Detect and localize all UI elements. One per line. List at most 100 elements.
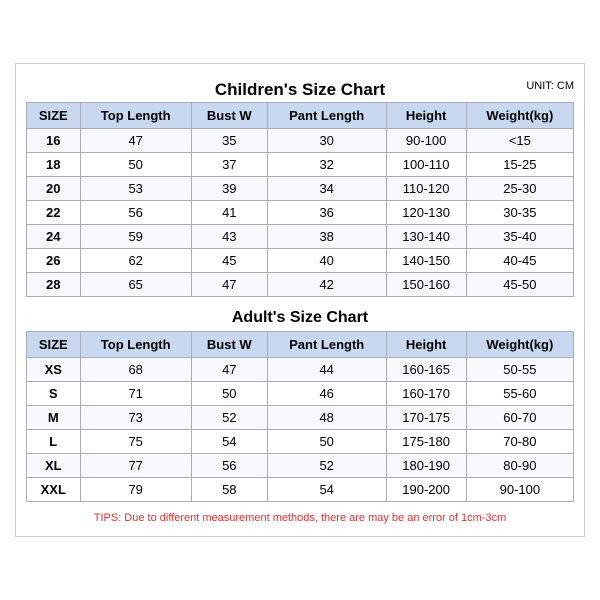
table-cell: 71 <box>80 382 191 406</box>
children-header-row: SIZETop LengthBust WPant LengthHeightWei… <box>27 103 574 129</box>
adult-header-cell: Weight(kg) <box>466 332 573 358</box>
children-header-cell: Weight(kg) <box>466 103 573 129</box>
adult-header-row: SIZETop LengthBust WPant LengthHeightWei… <box>27 332 574 358</box>
children-header-cell: Bust W <box>191 103 267 129</box>
table-cell: 30-35 <box>466 201 573 225</box>
table-cell: 79 <box>80 478 191 502</box>
table-cell: 100-110 <box>386 153 466 177</box>
table-cell: 77 <box>80 454 191 478</box>
adult-title: Adult's Size Chart <box>26 303 574 331</box>
table-row: XS684744160-16550-55 <box>27 358 574 382</box>
table-cell: XS <box>27 358 81 382</box>
table-cell: XXL <box>27 478 81 502</box>
table-cell: 60-70 <box>466 406 573 430</box>
children-header-cell: Top Length <box>80 103 191 129</box>
table-cell: 130-140 <box>386 225 466 249</box>
table-cell: 47 <box>191 273 267 297</box>
table-cell: 90-100 <box>466 478 573 502</box>
table-row: L755450175-18070-80 <box>27 430 574 454</box>
table-cell: 70-80 <box>466 430 573 454</box>
table-cell: 30 <box>267 129 386 153</box>
table-cell: 80-90 <box>466 454 573 478</box>
table-cell: 55-60 <box>466 382 573 406</box>
table-cell: 32 <box>267 153 386 177</box>
children-table-body: 1647353090-100<1518503732100-11015-25205… <box>27 129 574 297</box>
table-cell: 56 <box>80 201 191 225</box>
table-cell: 59 <box>80 225 191 249</box>
adult-header-cell: Top Length <box>80 332 191 358</box>
table-cell: 16 <box>27 129 81 153</box>
table-row: 22564136120-13030-35 <box>27 201 574 225</box>
adult-title-text: Adult's Size Chart <box>232 309 368 326</box>
table-cell: 36 <box>267 201 386 225</box>
table-cell: M <box>27 406 81 430</box>
table-cell: 150-160 <box>386 273 466 297</box>
table-cell: 15-25 <box>466 153 573 177</box>
table-cell: 50 <box>267 430 386 454</box>
table-row: 18503732100-11015-25 <box>27 153 574 177</box>
table-cell: 42 <box>267 273 386 297</box>
table-cell: 53 <box>80 177 191 201</box>
table-cell: 54 <box>191 430 267 454</box>
table-row: 28654742150-16045-50 <box>27 273 574 297</box>
table-row: 20533934110-12025-30 <box>27 177 574 201</box>
adult-header-cell: SIZE <box>27 332 81 358</box>
table-cell: S <box>27 382 81 406</box>
table-cell: 45 <box>191 249 267 273</box>
table-cell: 62 <box>80 249 191 273</box>
table-cell: 34 <box>267 177 386 201</box>
table-cell: 50-55 <box>466 358 573 382</box>
table-cell: 160-170 <box>386 382 466 406</box>
table-cell: 73 <box>80 406 191 430</box>
table-cell: 47 <box>80 129 191 153</box>
table-cell: 190-200 <box>386 478 466 502</box>
table-cell: 170-175 <box>386 406 466 430</box>
table-cell: 40 <box>267 249 386 273</box>
table-cell: 65 <box>80 273 191 297</box>
table-cell: 180-190 <box>386 454 466 478</box>
table-cell: 160-165 <box>386 358 466 382</box>
children-header-cell: Pant Length <box>267 103 386 129</box>
table-row: M735248170-17560-70 <box>27 406 574 430</box>
table-cell: 44 <box>267 358 386 382</box>
table-cell: 22 <box>27 201 81 225</box>
table-cell: 41 <box>191 201 267 225</box>
table-cell: 54 <box>267 478 386 502</box>
children-header-cell: Height <box>386 103 466 129</box>
table-cell: 46 <box>267 382 386 406</box>
table-cell: 75 <box>80 430 191 454</box>
table-cell: 175-180 <box>386 430 466 454</box>
table-cell: <15 <box>466 129 573 153</box>
children-size-table: SIZETop LengthBust WPant LengthHeightWei… <box>26 102 574 297</box>
adult-header-cell: Bust W <box>191 332 267 358</box>
table-cell: XL <box>27 454 81 478</box>
table-cell: 40-45 <box>466 249 573 273</box>
table-row: S715046160-17055-60 <box>27 382 574 406</box>
table-cell: 47 <box>191 358 267 382</box>
children-title-text: Children's Size Chart <box>215 80 385 99</box>
table-cell: 90-100 <box>386 129 466 153</box>
table-cell: 68 <box>80 358 191 382</box>
table-cell: 45-50 <box>466 273 573 297</box>
adult-header-cell: Pant Length <box>267 332 386 358</box>
table-cell: 39 <box>191 177 267 201</box>
table-cell: 52 <box>267 454 386 478</box>
table-row: 26624540140-15040-45 <box>27 249 574 273</box>
adult-header-cell: Height <box>386 332 466 358</box>
table-cell: 52 <box>191 406 267 430</box>
table-row: XXL795854190-20090-100 <box>27 478 574 502</box>
table-cell: 56 <box>191 454 267 478</box>
table-cell: 38 <box>267 225 386 249</box>
children-header-cell: SIZE <box>27 103 81 129</box>
size-chart-container: Children's Size Chart UNIT: CM SIZETop L… <box>15 63 585 537</box>
children-title: Children's Size Chart UNIT: CM <box>26 74 574 102</box>
table-cell: 50 <box>191 382 267 406</box>
table-cell: 48 <box>267 406 386 430</box>
table-cell: 43 <box>191 225 267 249</box>
table-cell: 20 <box>27 177 81 201</box>
table-row: XL775652180-19080-90 <box>27 454 574 478</box>
table-cell: 37 <box>191 153 267 177</box>
table-cell: 35-40 <box>466 225 573 249</box>
adult-size-table: SIZETop LengthBust WPant LengthHeightWei… <box>26 331 574 502</box>
adult-table-body: XS684744160-16550-55S715046160-17055-60M… <box>27 358 574 502</box>
